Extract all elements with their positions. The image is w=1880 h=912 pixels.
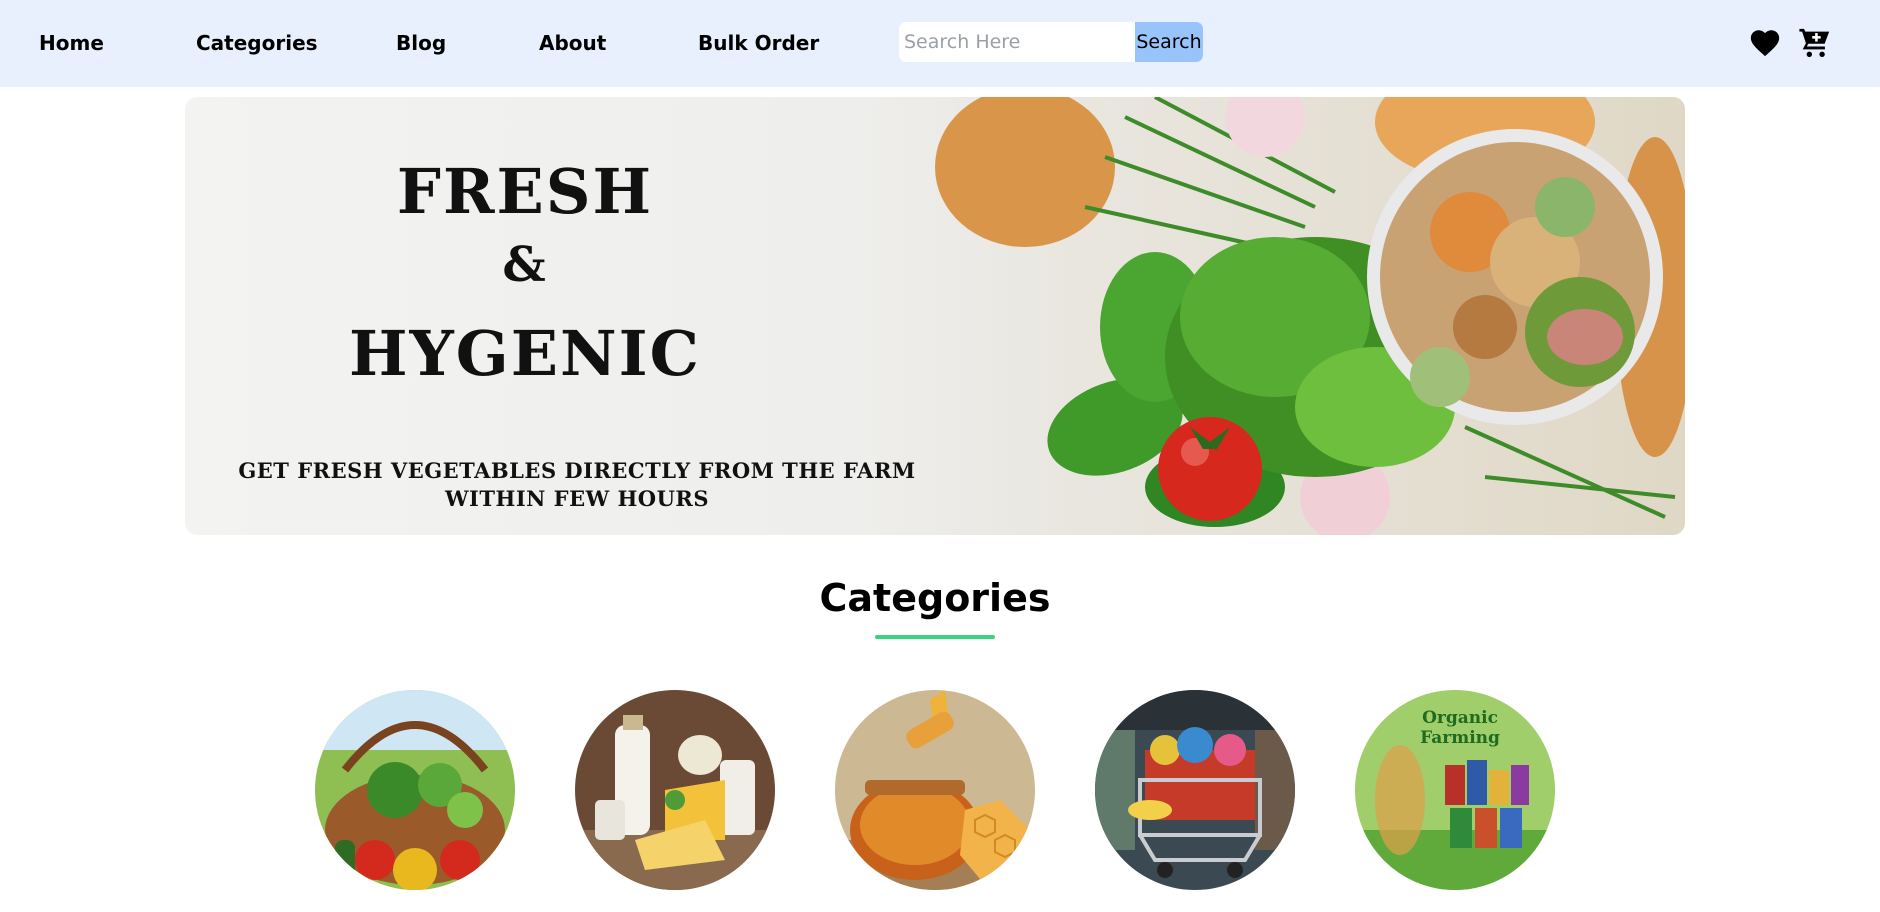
category-vegetable-basket[interactable] [315,690,515,890]
search-input[interactable] [899,22,1136,62]
nav-link-blog[interactable]: Blog [396,31,446,55]
category-grocery-cart[interactable] [1095,690,1295,890]
hero-banner: FRESH & HYGENIC GET FRESH VEGETABLES DIR… [185,97,1685,535]
hero-heading-hygenic: HYGENIC [348,317,702,390]
nav-link-bulk-order[interactable]: Bulk Order [698,31,819,55]
search-button[interactable]: Search [1135,22,1203,62]
hero-heading-ampersand: & [502,237,548,293]
top-navbar: Home Categories Blog About Bulk Order Se… [0,0,1880,87]
cart-plus-icon[interactable] [1798,26,1832,60]
nav-link-home[interactable]: Home [39,31,104,55]
heart-icon[interactable] [1748,26,1782,60]
categories-title: Categories [819,576,1051,620]
hero-subtitle: GET FRESH VEGETABLES DIRECTLY FROM THE F… [238,458,916,511]
category-dairy-products[interactable] [575,690,775,890]
organic-farming-label: Organic Farming [1420,708,1500,748]
categories-title-underline [875,635,995,639]
nav-link-categories[interactable]: Categories [196,31,318,55]
nav-link-about[interactable]: About [539,31,606,55]
hero-heading-fresh: FRESH [396,155,654,228]
category-organic-farming[interactable]: Organic Farming [1355,690,1555,890]
category-honey[interactable] [835,690,1035,890]
